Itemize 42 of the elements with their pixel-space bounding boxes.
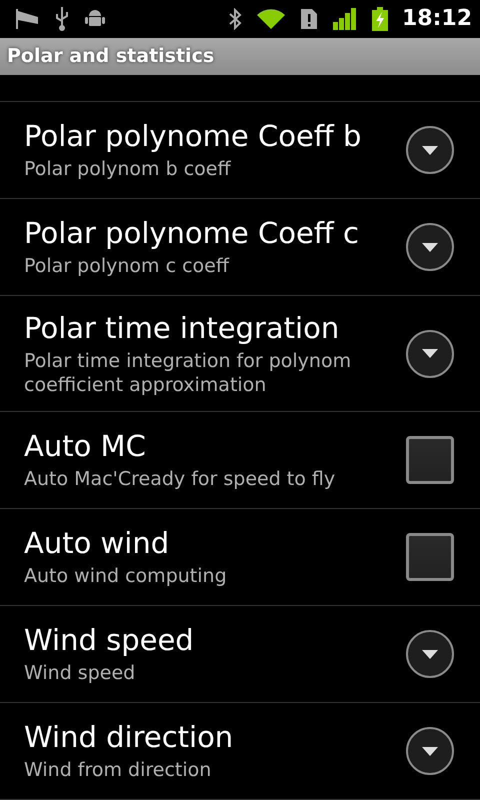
setting-row[interactable]: Wind direction Wind from direction xyxy=(0,703,480,800)
setting-summary: Auto wind computing xyxy=(24,564,228,588)
dropdown-arrow-button[interactable] xyxy=(406,126,454,174)
setting-summary: Polar time integration for polynom coefficient approximation xyxy=(24,348,352,396)
setting-row[interactable]: Polar polynome Coeff b Polar polynom b coeff xyxy=(0,102,480,199)
caret-icon xyxy=(422,146,438,154)
checkbox[interactable] xyxy=(406,436,454,484)
setting-summary: Polar polynom c coeff xyxy=(24,254,230,278)
setting-title: Polar polynome Coeff b xyxy=(24,119,362,153)
dropdown-arrow-button[interactable] xyxy=(406,727,454,775)
setting-title: Polar time integration xyxy=(24,310,340,344)
setting-row[interactable]: Wind speed Wind speed xyxy=(0,606,480,703)
caret-icon xyxy=(422,650,438,658)
caret-icon xyxy=(422,746,438,756)
windsock-icon xyxy=(14,8,40,30)
caret-icon xyxy=(422,242,438,252)
usb-icon xyxy=(54,6,70,31)
checkbox[interactable] xyxy=(406,533,454,581)
screen-title: Polar and statistics xyxy=(7,45,214,68)
setting-row[interactable]: Auto wind Auto wind computing xyxy=(0,509,480,606)
setting-title: Wind speed xyxy=(24,623,195,657)
dropdown-arrow-button[interactable] xyxy=(406,223,454,271)
setting-title: Polar polynome Coeff c xyxy=(24,216,360,250)
setting-summary: Polar polynom b coeff xyxy=(24,157,232,181)
sim-alert-icon xyxy=(300,8,318,30)
setting-title: Wind direction xyxy=(24,720,234,754)
setting-row[interactable]: Polar time integration Polar time integration for polynom coefficient approximation xyxy=(0,296,480,412)
dropdown-arrow-button[interactable] xyxy=(406,330,454,378)
setting-title: Auto MC xyxy=(24,429,147,463)
setting-summary: Wind from direction xyxy=(24,758,212,782)
clock-time: 18:12 xyxy=(402,6,472,32)
bluetooth-icon xyxy=(228,8,242,30)
setting-row[interactable]: Polar polynome Coeff c Polar polynom c coeff xyxy=(0,199,480,296)
setting-summary: Wind speed xyxy=(24,661,136,685)
setting-title: Auto wind xyxy=(24,526,170,560)
battery-charging-icon xyxy=(372,6,388,31)
setting-summary: Auto Mac'Cready for speed to fly xyxy=(24,467,336,491)
caret-icon xyxy=(422,349,438,358)
dropdown-arrow-button[interactable] xyxy=(406,630,454,678)
signal-icon xyxy=(332,8,358,30)
wifi-icon xyxy=(256,8,286,30)
setting-row[interactable]: Auto MC Auto Mac'Cready for speed to fly xyxy=(0,412,480,509)
